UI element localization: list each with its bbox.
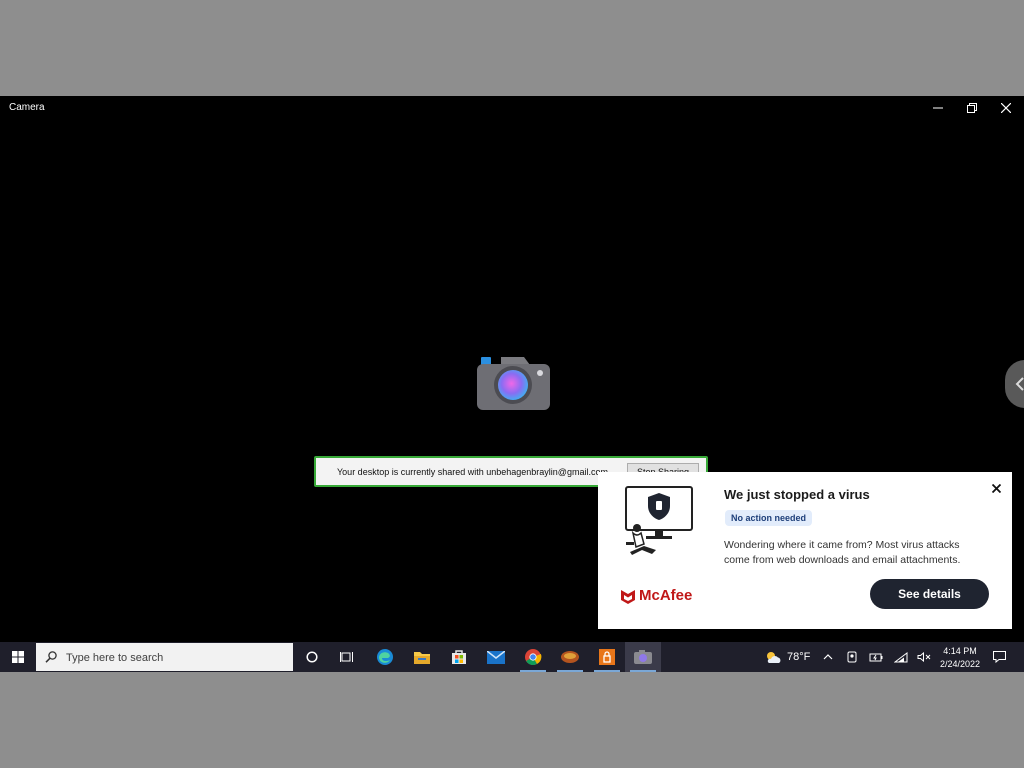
battery-charging-icon [869, 653, 883, 662]
tray-icon-meet[interactable] [843, 642, 861, 672]
show-hidden-icons-button[interactable] [818, 642, 838, 672]
mcafee-logo: McAfee [620, 587, 692, 604]
restore-icon [967, 103, 977, 113]
clock-time: 4:14 PM [943, 646, 977, 656]
taskbar-search[interactable]: Type here to search [36, 643, 293, 671]
cortana-icon [306, 651, 318, 663]
taskbar: Type here to search 78°F 4:14 PM 2/24/20… [0, 642, 1024, 672]
mail-icon [487, 650, 505, 664]
windows-icon [12, 651, 24, 663]
camera-taskbar-button[interactable] [625, 642, 661, 672]
action-center-button[interactable] [987, 642, 1011, 672]
partly-cloudy-icon [767, 652, 781, 663]
mcafee-notification: We just stopped a virus No action needed… [598, 472, 1012, 629]
notification-close-button[interactable] [988, 480, 1004, 496]
chevron-up-icon [823, 654, 833, 660]
mail-button[interactable] [478, 642, 514, 672]
title-bar: Camera [0, 96, 1024, 120]
tray-icon-battery[interactable] [866, 642, 886, 672]
share-message: Your desktop is currently shared with un… [337, 467, 608, 477]
camera-icon [634, 650, 652, 664]
chrome-button[interactable] [515, 642, 551, 672]
edge-icon [377, 649, 393, 665]
close-icon [1001, 103, 1011, 113]
mcafee-shield-icon [621, 589, 635, 604]
app-button[interactable] [552, 642, 588, 672]
system-clock[interactable]: 4:14 PM 2/24/2022 [936, 645, 984, 671]
running-indicator [520, 670, 546, 672]
tray-icon-volume[interactable] [914, 642, 934, 672]
cortana-button[interactable] [295, 642, 329, 672]
close-icon [991, 483, 1001, 493]
minimize-button[interactable] [921, 96, 955, 120]
side-panel-handle[interactable] [1005, 360, 1024, 408]
clock-date: 2/24/2022 [939, 659, 981, 669]
file-explorer-button[interactable] [404, 642, 440, 672]
search-icon [45, 651, 57, 663]
tray-icon-network[interactable] [891, 642, 911, 672]
notification-body: Wondering where it came from? Most virus… [724, 539, 961, 566]
chrome-icon [525, 649, 542, 665]
shield-monitor-illustration [625, 486, 693, 555]
minimize-icon [933, 107, 943, 109]
wifi-icon [894, 651, 908, 662]
running-indicator [557, 670, 583, 672]
camera-window: Camera Your desktop is currently shared … [0, 96, 1024, 672]
store-icon [452, 650, 466, 664]
app-icon-2 [599, 649, 615, 665]
see-details-button[interactable]: See details [870, 579, 989, 609]
meet-now-icon [847, 651, 857, 663]
status-badge: No action needed [725, 510, 813, 526]
volume-muted-icon [917, 652, 931, 662]
file-explorer-icon [414, 651, 430, 664]
edge-button[interactable] [367, 642, 403, 672]
camera-app-icon [477, 357, 550, 410]
notification-title: We just stopped a virus [724, 487, 870, 502]
store-button[interactable] [441, 642, 477, 672]
brand-name: McAfee [639, 587, 693, 604]
search-placeholder: Type here to search [66, 652, 164, 664]
running-indicator [594, 670, 620, 672]
notification-icon [992, 651, 1006, 663]
task-view-icon [340, 652, 353, 662]
app-icon [561, 651, 579, 663]
running-indicator [630, 670, 656, 672]
weather-widget[interactable] [761, 642, 785, 672]
restore-button[interactable] [955, 96, 989, 120]
start-button[interactable] [0, 642, 36, 672]
task-view-button[interactable] [330, 642, 364, 672]
app-button-2[interactable] [589, 642, 625, 672]
chevron-left-icon [1015, 377, 1024, 391]
close-button[interactable] [989, 96, 1023, 120]
window-title: Camera [9, 102, 45, 113]
weather-temperature[interactable]: 78°F [787, 651, 810, 663]
